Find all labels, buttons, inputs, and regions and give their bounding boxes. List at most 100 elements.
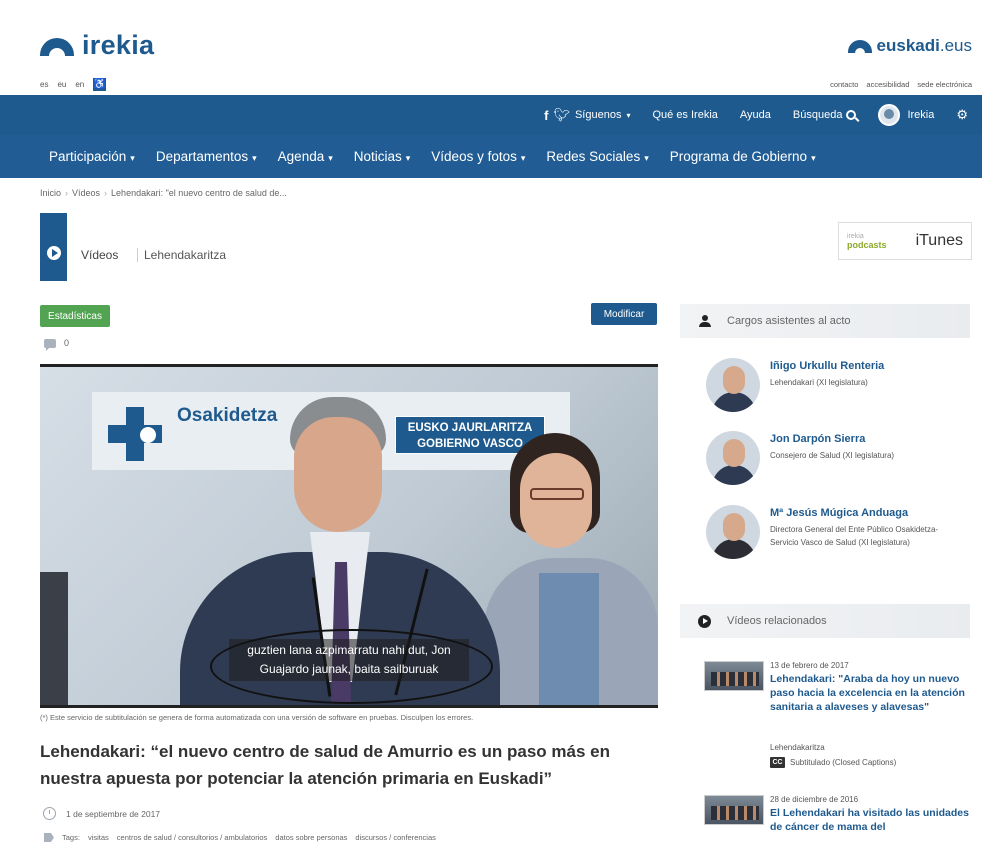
statistics-button[interactable]: Estadísticas: [40, 305, 110, 327]
attendee-name[interactable]: Jon Darpón Sierra: [770, 433, 865, 445]
main-nav: Participación ▾ Departamentos ▾ Agenda ▾ No…: [0, 135, 982, 178]
attendees-title: Cargos asistentes al acto: [727, 315, 851, 327]
tags-label: Tags:: [62, 833, 80, 842]
section-title[interactable]: Vídeos: [81, 248, 118, 262]
nav-participacion[interactable]: Participación ▾: [49, 149, 135, 164]
video-player[interactable]: Osakidetza EUSKO JAURLARITZA GOBIERNO VA…: [40, 364, 658, 708]
what-is-irekia-link[interactable]: Qué es Irekia: [652, 109, 717, 121]
osakidetza-logo-icon: [108, 407, 162, 461]
page: irekia euskadi .eus es eu en ♿ contacto a…: [0, 0, 982, 843]
person-icon: [698, 315, 711, 327]
attendees-header: Cargos asistentes al acto: [680, 304, 970, 338]
related-date: 13 de febrero de 2017: [770, 661, 849, 670]
breadcrumb-current: Lehendakari: "el nuevo centro de salud d…: [111, 188, 287, 198]
breadcrumb-home[interactable]: Inicio: [40, 188, 61, 198]
euskadi-logo-bold: euskadi: [876, 36, 940, 55]
attendee-name[interactable]: Iñigo Urkullu Renteria: [770, 360, 884, 372]
help-link[interactable]: Ayuda: [740, 109, 771, 121]
related-title[interactable]: Lehendakari: "Araba da hoy un nuevo paso…: [770, 672, 970, 714]
chevron-down-icon: ▾: [130, 153, 135, 163]
accessibility-icon[interactable]: ♿: [93, 78, 107, 91]
nav-agenda[interactable]: Agenda ▾: [278, 149, 333, 164]
related-videos-header: Vídeos relacionados: [680, 604, 970, 638]
attendee-photo: [706, 505, 760, 559]
breadcrumb-separator: ›: [65, 188, 69, 198]
irekia-logo-text: irekia: [82, 29, 155, 60]
language-selector: es eu en ♿: [40, 78, 107, 91]
user-menu[interactable]: Irekia: [878, 104, 934, 126]
related-title[interactable]: El Lehendakari ha visitado las unidades …: [770, 806, 970, 834]
date-text: 1 de septiembre de 2017: [66, 808, 161, 819]
lang-en[interactable]: en: [75, 80, 84, 89]
cc-icon: CC: [770, 757, 785, 768]
comments-number: 0: [64, 338, 70, 348]
facebook-icon: f: [544, 107, 549, 123]
search-link[interactable]: Búsqueda: [793, 109, 857, 121]
nav-label: Departamentos: [155, 149, 249, 164]
podcasts-badge[interactable]: irekia podcasts iTunes: [838, 222, 972, 260]
tags-row: Tags: visitas centros de salud / consult…: [44, 833, 436, 842]
nav-label: Agenda: [277, 149, 325, 164]
itunes-label: iTunes: [915, 232, 963, 249]
attendee-photo: [706, 431, 760, 485]
attendee-role: Directora General del Ente Público Osaki…: [770, 525, 939, 547]
tag-link[interactable]: discursos / conferencias: [355, 833, 435, 842]
chevron-down-icon: ▾: [626, 110, 631, 120]
lang-eu[interactable]: eu: [57, 80, 66, 89]
play-icon: [47, 246, 61, 260]
chevron-down-icon: ▾: [520, 153, 526, 163]
accessibility-link[interactable]: accesibilidad: [866, 80, 909, 89]
electronic-office-link[interactable]: sede electrónica: [917, 80, 972, 89]
user-name: Irekia: [907, 109, 935, 121]
euskadi-logo[interactable]: euskadi .eus: [847, 36, 972, 56]
contact-link[interactable]: contacto: [830, 80, 858, 89]
modify-button[interactable]: Modificar: [591, 303, 657, 325]
nav-label: Participación: [49, 149, 127, 164]
video-thumbnail[interactable]: [704, 661, 764, 691]
subtitle-disclaimer: (*) Este servicio de subtitulación se ge…: [40, 713, 474, 722]
search-icon: [846, 110, 857, 120]
twitter-icon: 🐦︎: [553, 107, 570, 122]
nav-redes-sociales[interactable]: Redes Sociales ▾: [546, 149, 648, 164]
chevron-down-icon: ▾: [252, 153, 257, 163]
cc-label: Subtitulado (Closed Captions): [790, 758, 897, 767]
chevron-down-icon: ▾: [644, 153, 649, 163]
top-links: contacto accesibilidad sede electrónica: [830, 80, 972, 89]
related-source: Lehendakaritza: [770, 743, 825, 752]
nav-noticias[interactable]: Noticias ▾: [354, 149, 411, 164]
lang-es[interactable]: es: [40, 80, 48, 89]
attendee-role: Consejero de Salud (XI legislatura): [770, 451, 895, 460]
nav-videos-fotos[interactable]: Vídeos y fotos ▾: [431, 149, 525, 164]
gear-icon[interactable]: ⚙: [956, 107, 968, 123]
section-subtitle[interactable]: Lehendakaritza: [137, 248, 226, 262]
nav-programa-gobierno[interactable]: Programa de Gobierno ▾: [670, 149, 816, 164]
nav-label: Programa de Gobierno: [669, 149, 808, 164]
chevron-down-icon: ▾: [328, 153, 333, 163]
attendee-photo: [706, 358, 760, 412]
avatar: [878, 104, 901, 126]
podcasts-label: podcasts: [847, 240, 887, 250]
attendee-role: Lehendakari (XI legislatura): [770, 378, 868, 387]
breadcrumb: Inicio › Vídeos › Lehendakari: "el nuevo…: [40, 188, 287, 198]
person-woman: [484, 433, 658, 705]
chevron-down-icon: ▾: [811, 153, 816, 163]
comments-count[interactable]: 0: [44, 338, 70, 351]
tag-icon: [44, 833, 54, 842]
search-label: Búsqueda: [792, 109, 843, 121]
follow-menu[interactable]: f 🐦︎ Síguenos ▾: [544, 107, 630, 123]
clock-icon: [43, 807, 56, 820]
attendee-name[interactable]: Mª Jesús Múgica Anduaga: [770, 507, 908, 519]
video-thumbnail[interactable]: [704, 795, 764, 825]
tag-link[interactable]: datos sobre personas: [275, 833, 347, 842]
breadcrumb-videos[interactable]: Vídeos: [72, 188, 100, 198]
tag-link[interactable]: visitas: [88, 833, 109, 842]
tag-link[interactable]: centros de salud / consultorios / ambula…: [117, 833, 268, 842]
irekia-podcasts-logo: irekia podcasts: [847, 232, 887, 250]
irekia-arch-icon: [40, 38, 74, 56]
article-title: Lehendakari: “el nuevo centro de salud d…: [40, 742, 610, 788]
closed-captions-badge: CC Subtitulado (Closed Captions): [770, 757, 896, 768]
irekia-logo[interactable]: irekia: [40, 30, 154, 60]
highlight-oval: [210, 629, 493, 704]
nav-departamentos[interactable]: Departamentos ▾: [156, 149, 257, 164]
nav-label: Noticias: [353, 149, 402, 164]
